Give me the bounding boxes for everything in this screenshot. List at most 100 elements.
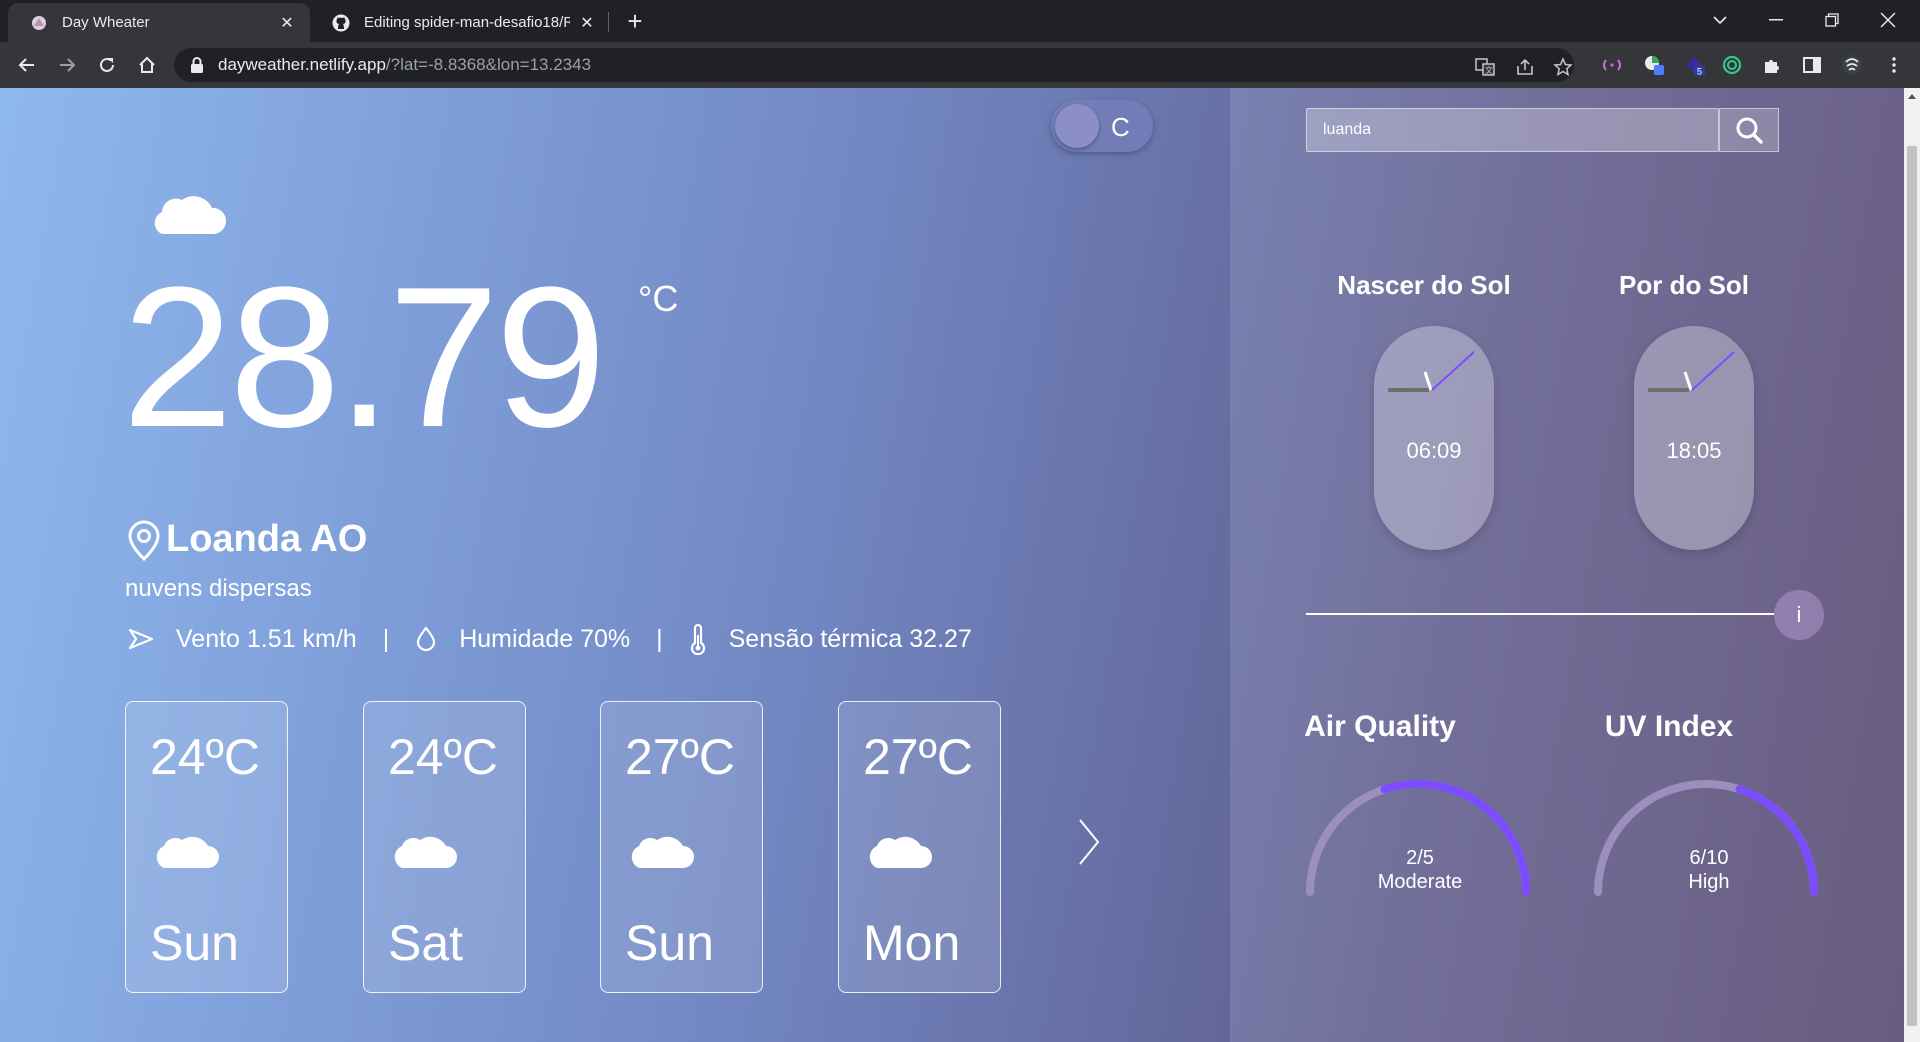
weather-page: C 28.79 °C Loanda AO nuvens dispersas Ve… (0, 88, 1904, 1042)
cloud-icon (869, 836, 932, 868)
address-bar[interactable]: dayweather.netlify.app/?lat=-8.8368&lon=… (174, 48, 1574, 82)
search-button[interactable] (1719, 108, 1779, 152)
air-quality-reading: 2/5 Moderate (1340, 846, 1500, 894)
uv-value: 6/10 (1689, 847, 1729, 869)
cloud-icon (631, 836, 694, 868)
tab-title: Editing spider-man-desafio18/RE (364, 14, 570, 31)
forecast-day: Sat (388, 915, 464, 971)
app-favicon-icon (30, 14, 48, 32)
back-button[interactable] (12, 50, 42, 80)
forecast-temp: 24ºC (388, 729, 498, 785)
forecast-temp: 24ºC (150, 729, 260, 785)
scrollbar-thumb[interactable] (1907, 146, 1917, 1026)
browser-toolbar: dayweather.netlify.app/?lat=-8.8368&lon=… (0, 42, 1920, 88)
forecast-temp: 27ºC (625, 729, 735, 785)
minimize-button[interactable] (1748, 0, 1804, 40)
weather-stats: Vento 1.51 km/h | Humidade 70% | Sensão … (128, 623, 972, 655)
close-window-button[interactable] (1860, 0, 1916, 40)
location-pin-icon (128, 520, 160, 561)
profile-avatar-icon[interactable] (1840, 53, 1864, 77)
forecast-card[interactable]: 24ºC Sun (125, 701, 288, 993)
forecast-day: Sun (625, 915, 714, 971)
url-host: dayweather.netlify.app (218, 55, 386, 74)
uv-index-title: UV Index (1604, 710, 1734, 743)
search-value: luanda (1323, 121, 1372, 138)
forecast-temp: 27ºC (863, 729, 973, 785)
tab-separator (608, 12, 609, 32)
location-name: Loanda AO (166, 518, 368, 560)
sunrise-card: 06:09 (1374, 326, 1494, 550)
close-tab-icon[interactable]: ✕ (578, 14, 596, 32)
cloud-icon (156, 836, 219, 868)
air-quality-value: 2/5 (1406, 847, 1434, 869)
current-temperature: 28.79 (122, 246, 606, 469)
stats-separator: | (656, 624, 663, 653)
next-forecast-chevron-icon[interactable] (1076, 818, 1102, 866)
stats-separator: | (382, 624, 390, 653)
sunset-time: 18:05 (1666, 438, 1722, 463)
unit-toggle-label: C (1111, 112, 1130, 142)
forecast-day: Sun (150, 915, 239, 971)
lock-icon (191, 57, 203, 73)
sunrise-title: Nascer do Sol (1337, 270, 1511, 300)
tab-editing-github[interactable]: Editing spider-man-desafio18/RE ✕ (310, 3, 610, 42)
thermometer-icon (689, 623, 707, 655)
wind-icon (128, 628, 154, 650)
search-icon (1736, 117, 1763, 144)
unit-toggle[interactable]: C (1051, 100, 1153, 152)
browser-menu-icon[interactable] (1882, 53, 1906, 77)
close-tab-icon[interactable]: ✕ (278, 14, 296, 32)
cloud-icon (394, 836, 457, 868)
scroll-up-arrow[interactable] (1908, 94, 1916, 99)
new-tab-button[interactable]: + (620, 6, 650, 36)
tab-title: Day Wheater (62, 14, 150, 31)
air-quality-text: Moderate (1377, 871, 1463, 893)
sidebar-panel: luanda Nascer do Sol 06:09 Por do Sol 18… (1230, 88, 1904, 1042)
toggle-knob (1055, 104, 1099, 148)
restore-button[interactable] (1804, 0, 1860, 40)
sunset-title: Por do Sol (1619, 270, 1749, 300)
github-icon (332, 14, 350, 32)
cloud-icon (154, 196, 227, 234)
tab-day-wheater[interactable]: Day Wheater ✕ (8, 3, 310, 42)
forward-button[interactable] (52, 50, 82, 80)
page-scrollbar[interactable] (1904, 88, 1920, 1042)
city-search-input[interactable]: luanda (1306, 108, 1719, 152)
tab-search-icon[interactable] (1692, 0, 1748, 40)
translate-icon[interactable]: 文 (1474, 56, 1496, 78)
reload-button[interactable] (92, 50, 122, 80)
extension-cast-icon[interactable] (1600, 53, 1624, 77)
extensions-puzzle-icon[interactable] (1760, 53, 1784, 77)
uv-index-reading: 6/10 High (1629, 846, 1789, 894)
location: Loanda AO (126, 518, 367, 561)
forecast-card[interactable]: 27ºC Sun (600, 701, 763, 993)
side-panel-icon[interactable] (1800, 53, 1824, 77)
extension-color-icon[interactable] (1642, 53, 1666, 77)
tab-strip: Day Wheater ✕ Editing spider-man-desafio… (0, 0, 1920, 42)
current-weather-panel: C 28.79 °C Loanda AO nuvens dispersas Ve… (0, 88, 1230, 1042)
url-text: dayweather.netlify.app/?lat=-8.8368&lon=… (218, 55, 591, 75)
extension-badge-count: 5 (1697, 67, 1702, 77)
sunset-card: 18:05 (1634, 326, 1754, 550)
forecast-card[interactable]: 27ºC Mon (838, 701, 1001, 993)
sunrise-time: 06:09 (1406, 438, 1462, 463)
humidity-value: Humidade 70% (459, 624, 631, 653)
info-button[interactable]: i (1774, 590, 1824, 640)
extension-target-icon[interactable] (1720, 53, 1744, 77)
share-icon[interactable] (1514, 56, 1536, 78)
wind-value: Vento 1.51 km/h (176, 624, 357, 653)
humidity-drop-icon (415, 626, 437, 652)
forecast-day: Mon (863, 915, 961, 971)
weather-description: nuvens dispersas (125, 575, 312, 602)
feels-like-value: Sensão térmica 32.27 (728, 624, 972, 653)
forecast-card[interactable]: 24ºC Sat (363, 701, 526, 993)
extension-badge-icon[interactable]: 5 (1682, 53, 1706, 77)
uv-text: High (1688, 871, 1730, 893)
url-path: /?lat=-8.8368&lon=13.2343 (385, 55, 592, 74)
bookmark-star-icon[interactable] (1552, 56, 1574, 78)
svg-text:文: 文 (1485, 65, 1493, 75)
home-button[interactable] (132, 50, 162, 80)
temperature-unit: °C (638, 278, 679, 319)
air-quality-title: Air Quality (1304, 710, 1456, 743)
sidebar-divider (1306, 613, 1774, 615)
